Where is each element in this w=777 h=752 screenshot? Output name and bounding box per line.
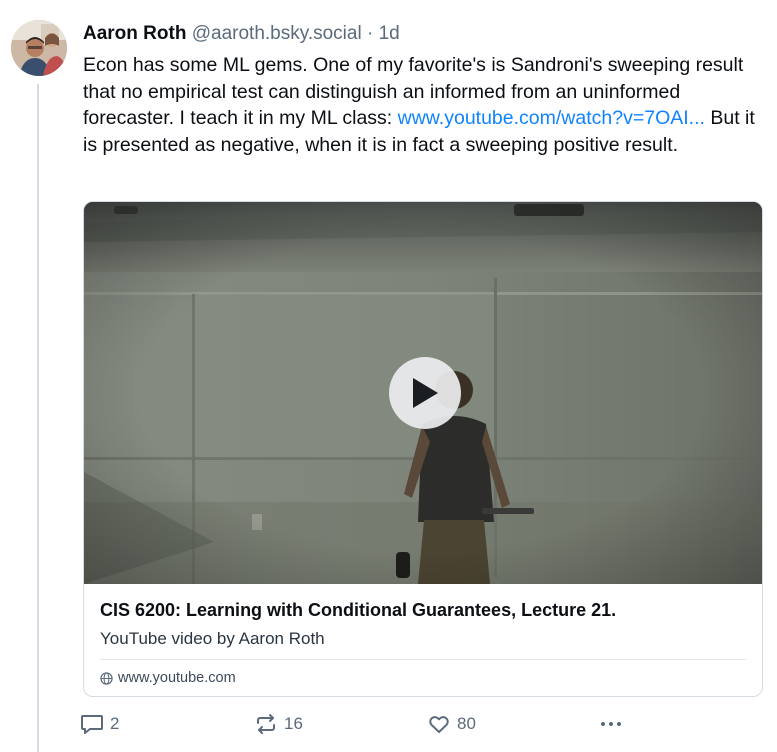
thread-line <box>37 84 39 752</box>
author-handle[interactable]: @aaroth.bsky.social <box>192 23 362 44</box>
avatar-image <box>11 20 67 76</box>
more-options-button[interactable] <box>598 710 624 738</box>
post-link[interactable]: www.youtube.com/watch?v=7OAI... <box>398 107 705 129</box>
embed-domain-text: www.youtube.com <box>118 670 236 686</box>
heart-icon <box>429 716 449 733</box>
embed-domain: www.youtube.com <box>100 667 236 689</box>
post-header: Aaron Roth @aaroth.bsky.social · 1d <box>83 20 767 48</box>
video-thumbnail[interactable] <box>84 202 762 584</box>
link-embed-card[interactable]: CIS 6200: Learning with Conditional Guar… <box>83 201 763 697</box>
post-text: Econ has some ML gems. One of my favorit… <box>83 52 755 158</box>
embed-divider <box>100 659 746 660</box>
play-icon <box>413 378 438 408</box>
post-timestamp[interactable]: 1d <box>379 23 400 44</box>
more-icon <box>601 722 621 726</box>
like-count: 80 <box>457 714 476 733</box>
author-name[interactable]: Aaron Roth <box>83 23 186 44</box>
repost-button[interactable]: 16 <box>254 710 303 738</box>
reply-count: 2 <box>110 714 120 733</box>
header-separator: · <box>366 23 374 44</box>
post-actions: 2 16 80 <box>80 710 640 738</box>
embed-description: YouTube video by Aaron Roth <box>100 629 325 648</box>
embed-title[interactable]: CIS 6200: Learning with Conditional Guar… <box>100 598 616 622</box>
repost-count: 16 <box>284 714 303 733</box>
play-button[interactable] <box>389 357 461 429</box>
reply-icon <box>81 715 103 734</box>
like-button[interactable]: 80 <box>427 710 476 738</box>
globe-icon <box>100 671 113 685</box>
reply-button[interactable]: 2 <box>80 710 119 738</box>
repost-icon <box>257 714 275 734</box>
post: Aaron Roth @aaroth.bsky.social · 1d Econ… <box>83 20 767 158</box>
avatar[interactable] <box>11 20 67 76</box>
